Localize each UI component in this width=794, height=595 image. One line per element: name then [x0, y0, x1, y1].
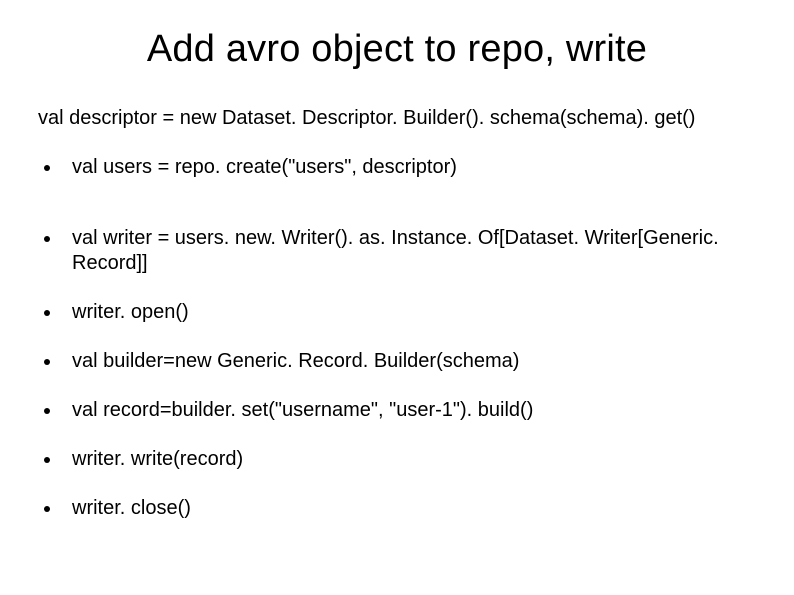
slide-subline: val descriptor = new Dataset. Descriptor…: [38, 105, 756, 131]
bullet-list: val users = repo. create("users", descri…: [38, 155, 756, 521]
list-item: writer. open(): [38, 300, 756, 325]
list-item: writer. close(): [38, 496, 756, 521]
list-item: val users = repo. create("users", descri…: [38, 155, 756, 180]
slide-title: Add avro object to repo, write: [38, 28, 756, 71]
list-item: val record=builder. set("username", "use…: [38, 398, 756, 423]
list-item: val builder=new Generic. Record. Builder…: [38, 349, 756, 374]
list-item: writer. write(record): [38, 447, 756, 472]
slide: Add avro object to repo, write val descr…: [0, 0, 794, 595]
list-item: val writer = users. new. Writer(). as. I…: [38, 226, 756, 276]
